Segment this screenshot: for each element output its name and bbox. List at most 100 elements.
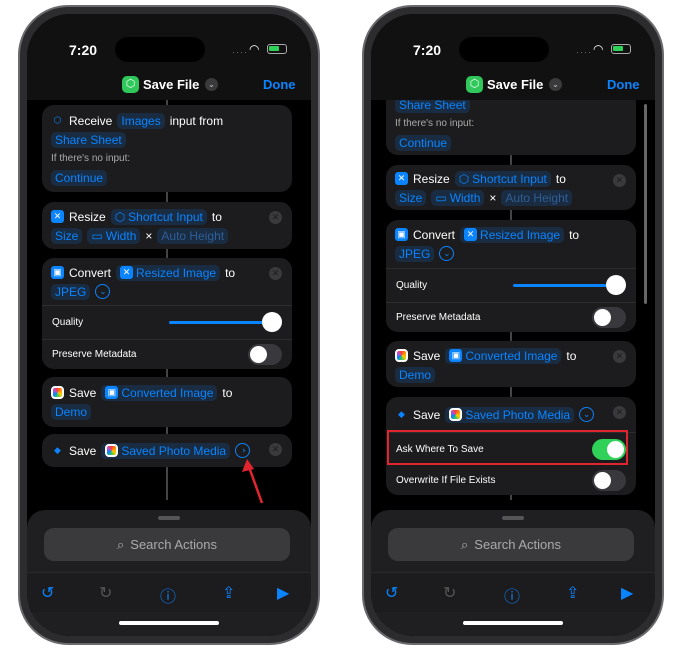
- preserve-metadata-toggle[interactable]: [248, 344, 282, 365]
- width-param[interactable]: ▭ Width: [87, 227, 141, 244]
- input-param[interactable]: ⬡ Shortcut Input: [110, 208, 207, 225]
- width-label: Width: [449, 190, 481, 205]
- shortcut-title[interactable]: Save File: [487, 77, 543, 92]
- action-receive[interactable]: ⬡ Receive Images input from Share Sheet If …: [42, 105, 292, 192]
- info-icon[interactable]: ⓘ: [160, 583, 176, 607]
- photos-icon: [395, 349, 408, 362]
- quality-label: Quality: [396, 280, 428, 291]
- action-save-photo[interactable]: Save ▣ Converted Image to Demo ✕: [386, 341, 636, 387]
- input-param[interactable]: ✕ Resized Image: [460, 226, 565, 243]
- wifi-icon: ◠: [249, 42, 260, 56]
- remove-action-icon[interactable]: ✕: [613, 350, 626, 363]
- action-save-photo[interactable]: Save ▣ Converted Image to Demo: [42, 377, 292, 427]
- overwrite-toggle[interactable]: [592, 470, 626, 491]
- actions-sheet: ⌕ Search Actions ↺ ↻ ⓘ ⇪ ▶: [27, 510, 311, 636]
- input-label: Saved Photo Media: [465, 407, 571, 422]
- mode-param[interactable]: Size: [395, 189, 427, 206]
- battery-icon: [267, 44, 287, 54]
- files-icon: ◆: [398, 409, 405, 419]
- input-label: Shortcut Input: [128, 209, 203, 224]
- actions-sheet: ⌕ Search Actions ↺ ↻ ⓘ ⇪ ▶: [371, 510, 655, 636]
- mode-param[interactable]: Size: [51, 227, 83, 244]
- input-param[interactable]: ▣ Converted Image: [101, 384, 218, 401]
- files-icon: ◆: [54, 445, 61, 455]
- info-icon[interactable]: ⓘ: [504, 583, 520, 607]
- action-verb: Save: [69, 385, 97, 400]
- action-text: to: [211, 209, 222, 224]
- action-verb: Save: [413, 348, 441, 363]
- remove-action-icon[interactable]: ✕: [269, 211, 282, 224]
- input-label: Converted Image: [465, 348, 558, 363]
- remove-action-icon[interactable]: ✕: [269, 443, 282, 456]
- expand-chevron-icon[interactable]: ⌄: [95, 284, 111, 299]
- input-type-param[interactable]: Images: [117, 112, 165, 129]
- action-text: to: [225, 265, 236, 280]
- share-icon[interactable]: ⇪: [222, 583, 235, 603]
- no-input-action-param[interactable]: Continue: [395, 134, 452, 151]
- action-verb: Resize: [69, 209, 106, 224]
- quality-slider[interactable]: [169, 312, 282, 332]
- format-param[interactable]: JPEG: [51, 283, 91, 300]
- input-param[interactable]: ▣ Converted Image: [445, 347, 562, 364]
- width-param[interactable]: ▭ Width: [431, 189, 485, 206]
- sheet-grabber[interactable]: [502, 516, 524, 520]
- done-button[interactable]: Done: [607, 77, 640, 92]
- image-icon: ▣: [105, 386, 119, 399]
- chevron-down-icon[interactable]: ⌄: [205, 78, 218, 91]
- phone-left: 7:20 ···· ◠ ⬡ Save File ⌄ Done ⬡ Receive I…: [18, 5, 320, 645]
- phone-right: 7:20 ···· ◠ ⬡ Save File ⌄ Done Share She…: [362, 5, 664, 645]
- scrollbar[interactable]: [644, 104, 647, 304]
- signal-icon: ····: [232, 47, 248, 57]
- search-actions-field[interactable]: ⌕ Search Actions: [388, 528, 634, 561]
- album-param[interactable]: Demo: [395, 366, 436, 383]
- done-button[interactable]: Done: [263, 77, 296, 92]
- undo-icon[interactable]: ↺: [385, 583, 398, 603]
- shortcut-app-icon: ⬡: [122, 76, 139, 93]
- redo-icon[interactable]: ↻: [99, 583, 112, 603]
- format-param[interactable]: JPEG: [395, 245, 435, 262]
- input-param[interactable]: Saved Photo Media: [101, 442, 231, 459]
- input-param[interactable]: ⬡ Shortcut Input: [454, 170, 551, 187]
- chevron-down-icon[interactable]: ⌄: [549, 78, 562, 91]
- source-param[interactable]: Share Sheet: [51, 131, 126, 148]
- preserve-metadata-toggle[interactable]: [592, 307, 626, 328]
- share-icon[interactable]: ⇪: [566, 583, 579, 603]
- input-param[interactable]: Saved Photo Media: [445, 406, 575, 423]
- header: 7:20 ···· ◠ ⬡ Save File ⌄ Done: [27, 14, 311, 100]
- input-param[interactable]: ✕ Resized Image: [116, 264, 221, 281]
- action-verb: Convert: [413, 227, 456, 242]
- shortcut-title[interactable]: Save File: [143, 77, 199, 92]
- no-input-action-param[interactable]: Continue: [51, 169, 108, 186]
- resize-icon: ✕: [464, 228, 478, 241]
- run-icon[interactable]: ▶: [621, 583, 633, 603]
- search-actions-field[interactable]: ⌕ Search Actions: [44, 528, 290, 561]
- dynamic-island: [115, 37, 205, 62]
- action-text: to: [555, 171, 566, 186]
- run-icon[interactable]: ▶: [277, 583, 289, 603]
- shortcut-input-icon: ⬡: [53, 115, 62, 125]
- remove-action-icon[interactable]: ✕: [269, 267, 282, 280]
- no-input-label: If there's no input:: [51, 153, 131, 164]
- shortcut-input-icon: ⬡: [114, 209, 126, 224]
- collapse-chevron-icon[interactable]: ⌄: [579, 407, 595, 422]
- search-placeholder: Search Actions: [130, 537, 217, 552]
- album-param[interactable]: Demo: [51, 403, 92, 420]
- sheet-grabber[interactable]: [158, 516, 180, 520]
- action-resize[interactable]: ✕ Resize ⬡ Shortcut Input to Size ▭ Width × Auto…: [386, 165, 636, 210]
- remove-action-icon[interactable]: ✕: [613, 174, 626, 187]
- status-time: 7:20: [69, 42, 98, 58]
- undo-icon[interactable]: ↺: [41, 583, 54, 603]
- action-text: input from: [169, 113, 224, 128]
- resize-icon: ✕: [120, 266, 134, 279]
- height-param[interactable]: Auto Height: [157, 227, 229, 244]
- action-convert[interactable]: ▣ Convert ✕ Resized Image to JPEG ⌄ Quality P…: [42, 258, 292, 369]
- action-convert[interactable]: ▣ Convert ✕ Resized Image to JPEG ⌄ Quality P…: [386, 220, 636, 332]
- redo-icon[interactable]: ↻: [443, 583, 456, 603]
- remove-action-icon[interactable]: ✕: [613, 406, 626, 419]
- height-param[interactable]: Auto Height: [501, 189, 573, 206]
- quality-slider[interactable]: [513, 275, 626, 295]
- expand-chevron-icon[interactable]: ⌄: [439, 246, 455, 261]
- action-verb: Save: [69, 443, 97, 458]
- red-arrow-annotation: [242, 459, 264, 504]
- action-resize[interactable]: ✕ Resize ⬡ Shortcut Input to Size ▭ Width × Auto…: [42, 202, 292, 249]
